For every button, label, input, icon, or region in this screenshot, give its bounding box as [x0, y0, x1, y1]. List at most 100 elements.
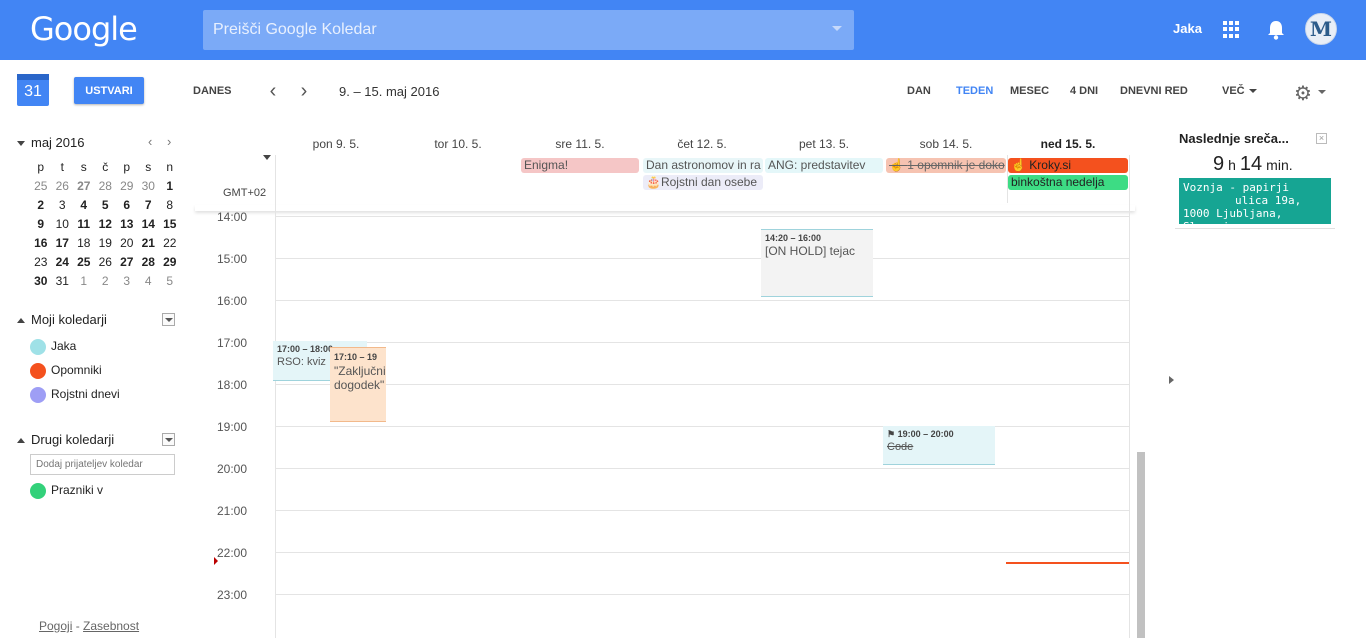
mini-day[interactable]: 25: [30, 177, 52, 196]
day-header-sun[interactable]: ned 15. 5.: [1007, 137, 1129, 151]
other-calendars-menu-button[interactable]: [162, 433, 175, 446]
day-header-wed[interactable]: sre 11. 5.: [519, 137, 641, 151]
calendar-item-holidays[interactable]: Prazniki v: [30, 481, 103, 499]
calendar-item-opomniki[interactable]: Opomniki: [30, 361, 102, 379]
mini-day[interactable]: 15: [159, 215, 181, 234]
mini-day[interactable]: 19: [95, 234, 117, 253]
next-meeting-event[interactable]: Voznja - papirji ulica 19a, 1000 Ljublja…: [1179, 178, 1331, 233]
search-box[interactable]: [203, 10, 854, 50]
mini-day[interactable]: 4: [73, 196, 95, 215]
mini-day[interactable]: 10: [52, 215, 74, 234]
collapse-caret-icon[interactable]: [17, 438, 25, 444]
collapse-caret-icon[interactable]: [17, 141, 25, 147]
mini-day[interactable]: 16: [30, 234, 52, 253]
my-calendars-menu-button[interactable]: [162, 313, 175, 326]
allday-event[interactable]: Dan astronomov in ra: [643, 158, 763, 173]
expand-panel-arrow-icon[interactable]: [1169, 376, 1174, 384]
mini-day[interactable]: 21: [138, 234, 160, 253]
search-input[interactable]: [203, 10, 803, 50]
event-block[interactable]: ⚑ 19:00 – 20:00 Code: [883, 426, 995, 465]
other-calendars-header[interactable]: Drugi koledarji: [17, 432, 114, 447]
allday-event[interactable]: binkoštna nedelja: [1008, 175, 1128, 190]
close-icon[interactable]: ×: [1316, 133, 1327, 144]
allday-reminder[interactable]: ☝ 1 opomnik je doko: [886, 158, 1006, 173]
mini-day[interactable]: 1: [73, 272, 95, 291]
mini-day[interactable]: 8: [159, 196, 181, 215]
mini-day[interactable]: 9: [30, 215, 52, 234]
settings-gear-icon[interactable]: ⚙: [1294, 81, 1312, 106]
view-week-button[interactable]: TEDEN: [956, 85, 993, 97]
view-month-button[interactable]: MESEC: [1010, 85, 1049, 97]
mini-day[interactable]: 31: [52, 272, 74, 291]
event-block[interactable]: 14:20 – 16:00 [ON HOLD] tejac: [761, 229, 873, 297]
privacy-link[interactable]: Zasebnost: [83, 619, 139, 633]
mini-day[interactable]: 3: [52, 196, 74, 215]
create-button[interactable]: USTVARI: [74, 77, 144, 104]
search-options-icon[interactable]: [832, 26, 842, 31]
grid-scrollbar[interactable]: [1137, 452, 1145, 638]
mini-day[interactable]: 7: [138, 196, 160, 215]
add-friend-calendar-input[interactable]: [30, 454, 175, 475]
allday-event[interactable]: ANG: predstavitev: [765, 158, 883, 173]
mini-day[interactable]: 24: [52, 253, 74, 272]
mini-day[interactable]: 6: [116, 196, 138, 215]
avatar[interactable]: M: [1305, 13, 1337, 45]
mini-day[interactable]: 2: [95, 272, 117, 291]
mini-day[interactable]: 13: [116, 215, 138, 234]
mini-day[interactable]: 26: [95, 253, 117, 272]
mini-day[interactable]: 14: [138, 215, 160, 234]
mini-day[interactable]: 12: [95, 215, 117, 234]
mini-next-month-icon[interactable]: ›: [167, 134, 171, 149]
day-header-sat[interactable]: sob 14. 5.: [885, 137, 1007, 151]
google-logo[interactable]: Google: [30, 10, 138, 48]
notifications-bell-icon[interactable]: [1266, 19, 1286, 41]
my-calendars-header[interactable]: Moji koledarji: [17, 312, 107, 327]
mini-day[interactable]: 27: [73, 177, 95, 196]
user-name[interactable]: Jaka: [1173, 21, 1202, 36]
mini-day[interactable]: 27: [116, 253, 138, 272]
mini-day[interactable]: 29: [159, 253, 181, 272]
allday-collapse-caret-icon[interactable]: [263, 155, 271, 160]
mini-calendar-header[interactable]: maj 2016: [17, 135, 84, 150]
terms-link[interactable]: Pogoji: [39, 619, 72, 633]
mini-day[interactable]: 28: [138, 253, 160, 272]
view-4days-button[interactable]: 4 DNI: [1070, 85, 1098, 97]
today-button[interactable]: DANES: [193, 85, 232, 97]
allday-event[interactable]: Enigma!: [521, 158, 639, 173]
day-header-thu[interactable]: čet 12. 5.: [641, 137, 763, 151]
collapse-caret-icon[interactable]: [17, 318, 25, 324]
mini-prev-month-icon[interactable]: ‹: [148, 134, 152, 149]
calendar-item-jaka[interactable]: Jaka: [30, 337, 76, 355]
mini-day[interactable]: 28: [95, 177, 117, 196]
day-header-mon[interactable]: pon 9. 5.: [275, 137, 397, 151]
apps-grid-icon[interactable]: [1223, 21, 1240, 38]
mini-day[interactable]: 5: [159, 272, 181, 291]
mini-day[interactable]: 17: [52, 234, 74, 253]
mini-day[interactable]: 18: [73, 234, 95, 253]
mini-day[interactable]: 30: [30, 272, 52, 291]
event-block[interactable]: 17:10 – 19 "Zaključni dogodek": [330, 347, 386, 422]
mini-day[interactable]: 2: [30, 196, 52, 215]
mini-day[interactable]: 26: [52, 177, 74, 196]
settings-caret-icon[interactable]: [1318, 90, 1326, 94]
mini-day[interactable]: 25: [73, 253, 95, 272]
day-header-fri[interactable]: pet 13. 5.: [763, 137, 885, 151]
mini-day[interactable]: 3: [116, 272, 138, 291]
next-week-chevron-icon[interactable]: ›: [296, 81, 312, 102]
mini-day[interactable]: 5: [95, 196, 117, 215]
prev-week-chevron-icon[interactable]: ‹: [265, 81, 281, 102]
more-views-button[interactable]: VEČ: [1222, 85, 1257, 97]
allday-event-birthday[interactable]: 🎂Rojstni dan osebe: [643, 175, 763, 190]
mini-day[interactable]: 23: [30, 253, 52, 272]
view-agenda-button[interactable]: DNEVNI RED: [1120, 85, 1188, 97]
mini-day[interactable]: 20: [116, 234, 138, 253]
calendar-item-birthdays[interactable]: Rojstni dnevi: [30, 385, 120, 403]
mini-day[interactable]: 11: [73, 215, 95, 234]
mini-day[interactable]: 4: [138, 272, 160, 291]
mini-day[interactable]: 22: [159, 234, 181, 253]
allday-reminder[interactable]: ☝ Kroky.si: [1008, 158, 1128, 173]
mini-day[interactable]: 1: [159, 177, 181, 196]
day-header-tue[interactable]: tor 10. 5.: [397, 137, 519, 151]
mini-day[interactable]: 30: [138, 177, 160, 196]
mini-day[interactable]: 29: [116, 177, 138, 196]
